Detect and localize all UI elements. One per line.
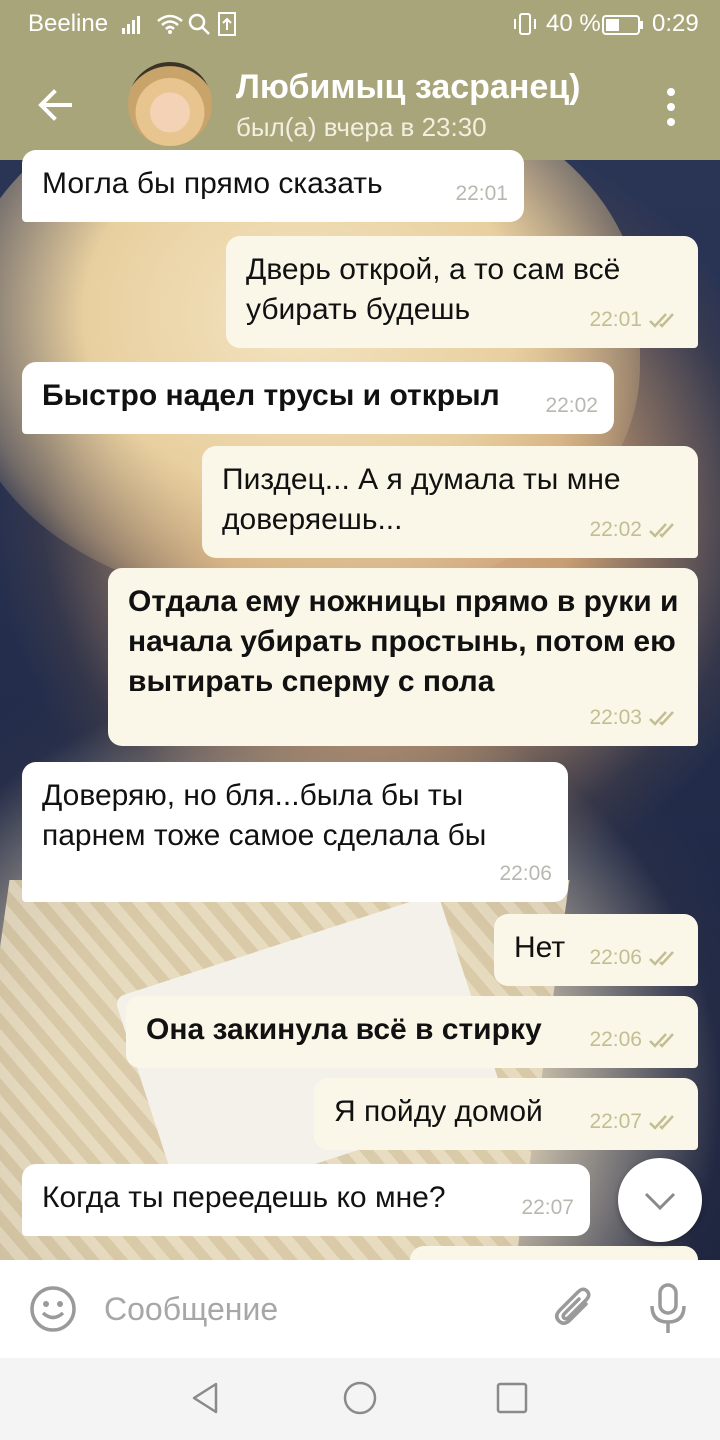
battery-percent: 40 % [546, 10, 601, 37]
message-bubble-out[interactable]: Отдала ему ножницы прямо в руки и начала… [108, 568, 698, 746]
message-bubble-in[interactable]: Быстро надел трусы и открыл 22:02 [22, 362, 614, 434]
scroll-to-bottom-button[interactable] [618, 1158, 702, 1242]
message-bubble-out[interactable]: Нет 22:06 [494, 914, 698, 986]
back-arrow-icon[interactable] [30, 80, 80, 130]
double-check-icon [649, 1033, 674, 1048]
message-meta: 22:01 [589, 300, 682, 340]
message-bubble-out[interactable]: Пиздец... А я думала ты мне доверяешь...… [202, 446, 698, 558]
message-time: 22:03 [589, 706, 642, 729]
message-text: Отдала ему ножницы прямо в руки и начала… [128, 585, 679, 698]
message-text: Когда ты переедешь ко мне? [42, 1181, 446, 1214]
message-text: Быстро надел трусы и открыл [42, 379, 500, 412]
message-bubble-in[interactable]: Могла бы прямо сказать 22:01 [22, 150, 524, 222]
more-vert-icon[interactable] [656, 82, 686, 132]
mic-icon[interactable] [646, 1282, 690, 1336]
message-bubble-in[interactable]: Когда ты переедешь ко мне? 22:07 [22, 1164, 590, 1236]
message-meta: 22:06 [499, 854, 552, 894]
double-check-icon [649, 523, 674, 538]
message-time: 22:06 [499, 862, 552, 885]
message-time: 22:06 [589, 1028, 642, 1051]
message-time: 22:01 [589, 308, 642, 331]
message-bubble-in[interactable]: Доверяю, но бля...была бы ты парнем тоже… [22, 762, 568, 902]
carrier-name: Beeline [28, 10, 109, 37]
message-bubble-out[interactable]: Дверь открой, а то сам всё убирать будеш… [226, 236, 698, 348]
nav-home-icon[interactable] [342, 1380, 378, 1416]
message-meta: 22:07 [589, 1102, 682, 1142]
double-check-icon [649, 951, 674, 966]
message-time: 22:02 [589, 518, 642, 541]
message-input-bar [0, 1260, 720, 1358]
battery-icon [602, 15, 643, 35]
message-time: 22:07 [589, 1110, 642, 1133]
chat-header: Любимыц засранец) был(а) вчера в 23:30 [0, 48, 720, 160]
last-seen-status: был(а) вчера в 23:30 [236, 112, 487, 142]
message-meta: 22:01 [455, 174, 508, 214]
double-check-icon [649, 313, 674, 328]
message-meta: 22:02 [545, 386, 598, 426]
double-check-icon [649, 1115, 674, 1130]
message-bubble-out[interactable]: Я пойду домой 22:07 [314, 1078, 698, 1150]
message-meta: 22:02 [589, 510, 682, 550]
message-time: 22:02 [545, 394, 598, 417]
system-nav-bar [0, 1358, 720, 1440]
wifi-icon [157, 14, 183, 34]
message-text: Доверяю, но бля...была бы ты парнем тоже… [42, 779, 487, 852]
message-meta: 22:06 [589, 1020, 682, 1060]
attach-icon[interactable] [552, 1284, 598, 1334]
signal-icon [122, 16, 140, 34]
vibrate-icon [514, 13, 536, 35]
search-icon [188, 13, 210, 35]
message-time: 22:07 [521, 1196, 574, 1219]
message-meta: 22:03 [589, 698, 682, 738]
message-input[interactable] [104, 1282, 524, 1336]
message-meta: 22:07 [521, 1188, 574, 1228]
status-bar: Beeline 40 % 0:29 [0, 0, 720, 48]
message-time: 22:01 [455, 182, 508, 205]
message-text: Могла бы прямо сказать [42, 167, 383, 200]
nav-back-icon[interactable] [188, 1380, 224, 1416]
chat-title[interactable]: Любимыц засранец) [236, 68, 581, 107]
nav-recent-icon[interactable] [496, 1382, 528, 1414]
message-meta: 22:06 [589, 938, 682, 978]
double-check-icon [649, 711, 674, 726]
chevron-down-icon [644, 1192, 676, 1211]
upload-icon [218, 12, 236, 36]
avatar[interactable] [128, 62, 212, 146]
emoji-icon[interactable] [28, 1284, 78, 1334]
clock: 0:29 [652, 10, 699, 37]
message-bubble-out[interactable]: Она закинула всё в стирку 22:06 [126, 996, 698, 1068]
message-time: 22:06 [589, 946, 642, 969]
